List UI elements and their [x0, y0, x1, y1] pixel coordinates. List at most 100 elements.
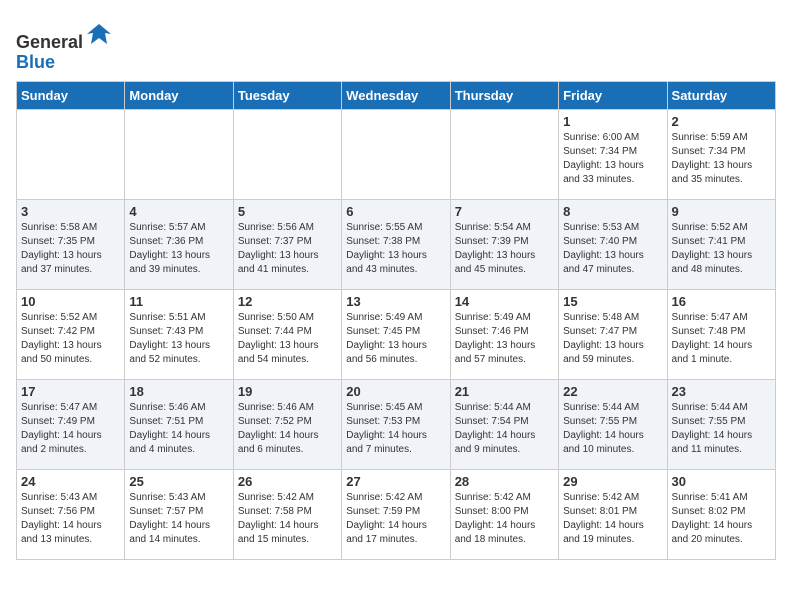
- day-info: Sunrise: 5:46 AM Sunset: 7:51 PM Dayligh…: [129, 401, 228, 457]
- day-info: Sunrise: 5:50 AM Sunset: 7:44 PM Dayligh…: [238, 311, 337, 367]
- day-info: Sunrise: 5:44 AM Sunset: 7:55 PM Dayligh…: [672, 401, 771, 457]
- calendar-week-row: 1 Sunrise: 6:00 AM Sunset: 7:34 PM Daylig…: [17, 109, 776, 199]
- day-number: 26: [238, 474, 337, 489]
- calendar-cell: 11 Sunrise: 5:51 AM Sunset: 7:43 PM Dayli…: [125, 289, 233, 379]
- day-info: Sunrise: 5:42 AM Sunset: 8:01 PM Dayligh…: [563, 491, 662, 547]
- calendar-cell: 29Sunrise: 5:42 AM Sunset: 8:01 PM Dayli…: [559, 469, 667, 559]
- day-info: Sunrise: 5:55 AM Sunset: 7:38 PM Dayligh…: [346, 221, 445, 277]
- calendar-cell: 3 Sunrise: 5:58 AM Sunset: 7:35 PM Daylig…: [17, 199, 125, 289]
- calendar-cell: 17Sunrise: 5:47 AM Sunset: 7:49 PM Dayli…: [17, 379, 125, 469]
- calendar-cell: 4 Sunrise: 5:57 AM Sunset: 7:36 PM Daylig…: [125, 199, 233, 289]
- day-info: Sunrise: 5:49 AM Sunset: 7:46 PM Dayligh…: [455, 311, 554, 367]
- calendar-cell: 24Sunrise: 5:43 AM Sunset: 7:56 PM Dayli…: [17, 469, 125, 559]
- day-info: Sunrise: 5:41 AM Sunset: 8:02 PM Dayligh…: [672, 491, 771, 547]
- calendar-cell: 30 Sunrise: 5:41 AM Sunset: 8:02 PM Dayli…: [667, 469, 775, 559]
- calendar-cell: [342, 109, 450, 199]
- day-number: 14: [455, 294, 554, 309]
- day-info: Sunrise: 5:57 AM Sunset: 7:36 PM Dayligh…: [129, 221, 228, 277]
- calendar-cell: 20 Sunrise: 5:45 AM Sunset: 7:53 PM Dayli…: [342, 379, 450, 469]
- day-number: 21: [455, 384, 554, 399]
- calendar-cell: 2Sunrise: 5:59 AM Sunset: 7:34 PM Daylig…: [667, 109, 775, 199]
- day-number: 11: [129, 294, 228, 309]
- day-number: 3: [21, 204, 120, 219]
- col-header-monday: Monday: [125, 81, 233, 109]
- day-info: Sunrise: 5:42 AM Sunset: 7:58 PM Dayligh…: [238, 491, 337, 547]
- day-number: 24: [21, 474, 120, 489]
- day-info: Sunrise: 5:58 AM Sunset: 7:35 PM Dayligh…: [21, 221, 120, 277]
- logo-blue: Blue: [16, 52, 55, 72]
- calendar-cell: 13 Sunrise: 5:49 AM Sunset: 7:45 PM Dayli…: [342, 289, 450, 379]
- calendar-cell: 7 Sunrise: 5:54 AM Sunset: 7:39 PM Daylig…: [450, 199, 558, 289]
- day-info: Sunrise: 5:53 AM Sunset: 7:40 PM Dayligh…: [563, 221, 662, 277]
- day-number: 13: [346, 294, 445, 309]
- day-info: Sunrise: 5:42 AM Sunset: 8:00 PM Dayligh…: [455, 491, 554, 547]
- day-number: 23: [672, 384, 771, 399]
- calendar-cell: 6 Sunrise: 5:55 AM Sunset: 7:38 PM Daylig…: [342, 199, 450, 289]
- day-number: 6: [346, 204, 445, 219]
- day-info: Sunrise: 5:51 AM Sunset: 7:43 PM Dayligh…: [129, 311, 228, 367]
- day-number: 10: [21, 294, 120, 309]
- calendar-cell: 12 Sunrise: 5:50 AM Sunset: 7:44 PM Dayli…: [233, 289, 341, 379]
- calendar-cell: [233, 109, 341, 199]
- day-info: Sunrise: 5:54 AM Sunset: 7:39 PM Dayligh…: [455, 221, 554, 277]
- logo-general: General: [16, 32, 83, 52]
- day-info: Sunrise: 5:49 AM Sunset: 7:45 PM Dayligh…: [346, 311, 445, 367]
- calendar-cell: 8 Sunrise: 5:53 AM Sunset: 7:40 PM Daylig…: [559, 199, 667, 289]
- day-number: 16: [672, 294, 771, 309]
- calendar-header-row: SundayMondayTuesdayWednesdayThursdayFrid…: [17, 81, 776, 109]
- day-info: Sunrise: 5:52 AM Sunset: 7:41 PM Dayligh…: [672, 221, 771, 277]
- day-number: 1: [563, 114, 662, 129]
- calendar-cell: 16 Sunrise: 5:47 AM Sunset: 7:48 PM Dayli…: [667, 289, 775, 379]
- day-number: 2: [672, 114, 771, 129]
- day-number: 7: [455, 204, 554, 219]
- day-number: 18: [129, 384, 228, 399]
- day-number: 15: [563, 294, 662, 309]
- col-header-sunday: Sunday: [17, 81, 125, 109]
- day-info: Sunrise: 5:47 AM Sunset: 7:49 PM Dayligh…: [21, 401, 120, 457]
- day-info: Sunrise: 5:48 AM Sunset: 7:47 PM Dayligh…: [563, 311, 662, 367]
- day-info: Sunrise: 5:44 AM Sunset: 7:54 PM Dayligh…: [455, 401, 554, 457]
- calendar-week-row: 17Sunrise: 5:47 AM Sunset: 7:49 PM Dayli…: [17, 379, 776, 469]
- calendar-cell: [125, 109, 233, 199]
- calendar-cell: 19 Sunrise: 5:46 AM Sunset: 7:52 PM Dayli…: [233, 379, 341, 469]
- logo: General Blue: [16, 20, 113, 73]
- calendar-cell: 26 Sunrise: 5:42 AM Sunset: 7:58 PM Dayli…: [233, 469, 341, 559]
- calendar-cell: 27Sunrise: 5:42 AM Sunset: 7:59 PM Dayli…: [342, 469, 450, 559]
- calendar-cell: 1 Sunrise: 6:00 AM Sunset: 7:34 PM Daylig…: [559, 109, 667, 199]
- day-info: Sunrise: 5:46 AM Sunset: 7:52 PM Dayligh…: [238, 401, 337, 457]
- calendar-cell: 14 Sunrise: 5:49 AM Sunset: 7:46 PM Dayli…: [450, 289, 558, 379]
- calendar-cell: 21 Sunrise: 5:44 AM Sunset: 7:54 PM Dayli…: [450, 379, 558, 469]
- calendar-cell: [450, 109, 558, 199]
- col-header-thursday: Thursday: [450, 81, 558, 109]
- day-number: 12: [238, 294, 337, 309]
- day-number: 8: [563, 204, 662, 219]
- calendar-week-row: 10 Sunrise: 5:52 AM Sunset: 7:42 PM Dayli…: [17, 289, 776, 379]
- col-header-tuesday: Tuesday: [233, 81, 341, 109]
- day-number: 20: [346, 384, 445, 399]
- calendar-cell: [17, 109, 125, 199]
- day-number: 19: [238, 384, 337, 399]
- day-info: Sunrise: 6:00 AM Sunset: 7:34 PM Dayligh…: [563, 131, 662, 187]
- col-header-wednesday: Wednesday: [342, 81, 450, 109]
- day-number: 22: [563, 384, 662, 399]
- page-header: General Blue: [16, 16, 776, 73]
- calendar-cell: 23 Sunrise: 5:44 AM Sunset: 7:55 PM Dayli…: [667, 379, 775, 469]
- day-number: 30: [672, 474, 771, 489]
- day-number: 5: [238, 204, 337, 219]
- day-info: Sunrise: 5:43 AM Sunset: 7:57 PM Dayligh…: [129, 491, 228, 547]
- col-header-friday: Friday: [559, 81, 667, 109]
- calendar-cell: 25 Sunrise: 5:43 AM Sunset: 7:57 PM Dayli…: [125, 469, 233, 559]
- day-number: 4: [129, 204, 228, 219]
- day-info: Sunrise: 5:52 AM Sunset: 7:42 PM Dayligh…: [21, 311, 120, 367]
- calendar-cell: 9 Sunrise: 5:52 AM Sunset: 7:41 PM Daylig…: [667, 199, 775, 289]
- calendar-cell: 15 Sunrise: 5:48 AM Sunset: 7:47 PM Dayli…: [559, 289, 667, 379]
- day-info: Sunrise: 5:42 AM Sunset: 7:59 PM Dayligh…: [346, 491, 445, 547]
- calendar-cell: 28Sunrise: 5:42 AM Sunset: 8:00 PM Dayli…: [450, 469, 558, 559]
- calendar-cell: 5Sunrise: 5:56 AM Sunset: 7:37 PM Daylig…: [233, 199, 341, 289]
- day-info: Sunrise: 5:47 AM Sunset: 7:48 PM Dayligh…: [672, 311, 771, 367]
- day-number: 25: [129, 474, 228, 489]
- day-info: Sunrise: 5:45 AM Sunset: 7:53 PM Dayligh…: [346, 401, 445, 457]
- calendar-cell: 18 Sunrise: 5:46 AM Sunset: 7:51 PM Dayli…: [125, 379, 233, 469]
- calendar-cell: 10 Sunrise: 5:52 AM Sunset: 7:42 PM Dayli…: [17, 289, 125, 379]
- day-number: 9: [672, 204, 771, 219]
